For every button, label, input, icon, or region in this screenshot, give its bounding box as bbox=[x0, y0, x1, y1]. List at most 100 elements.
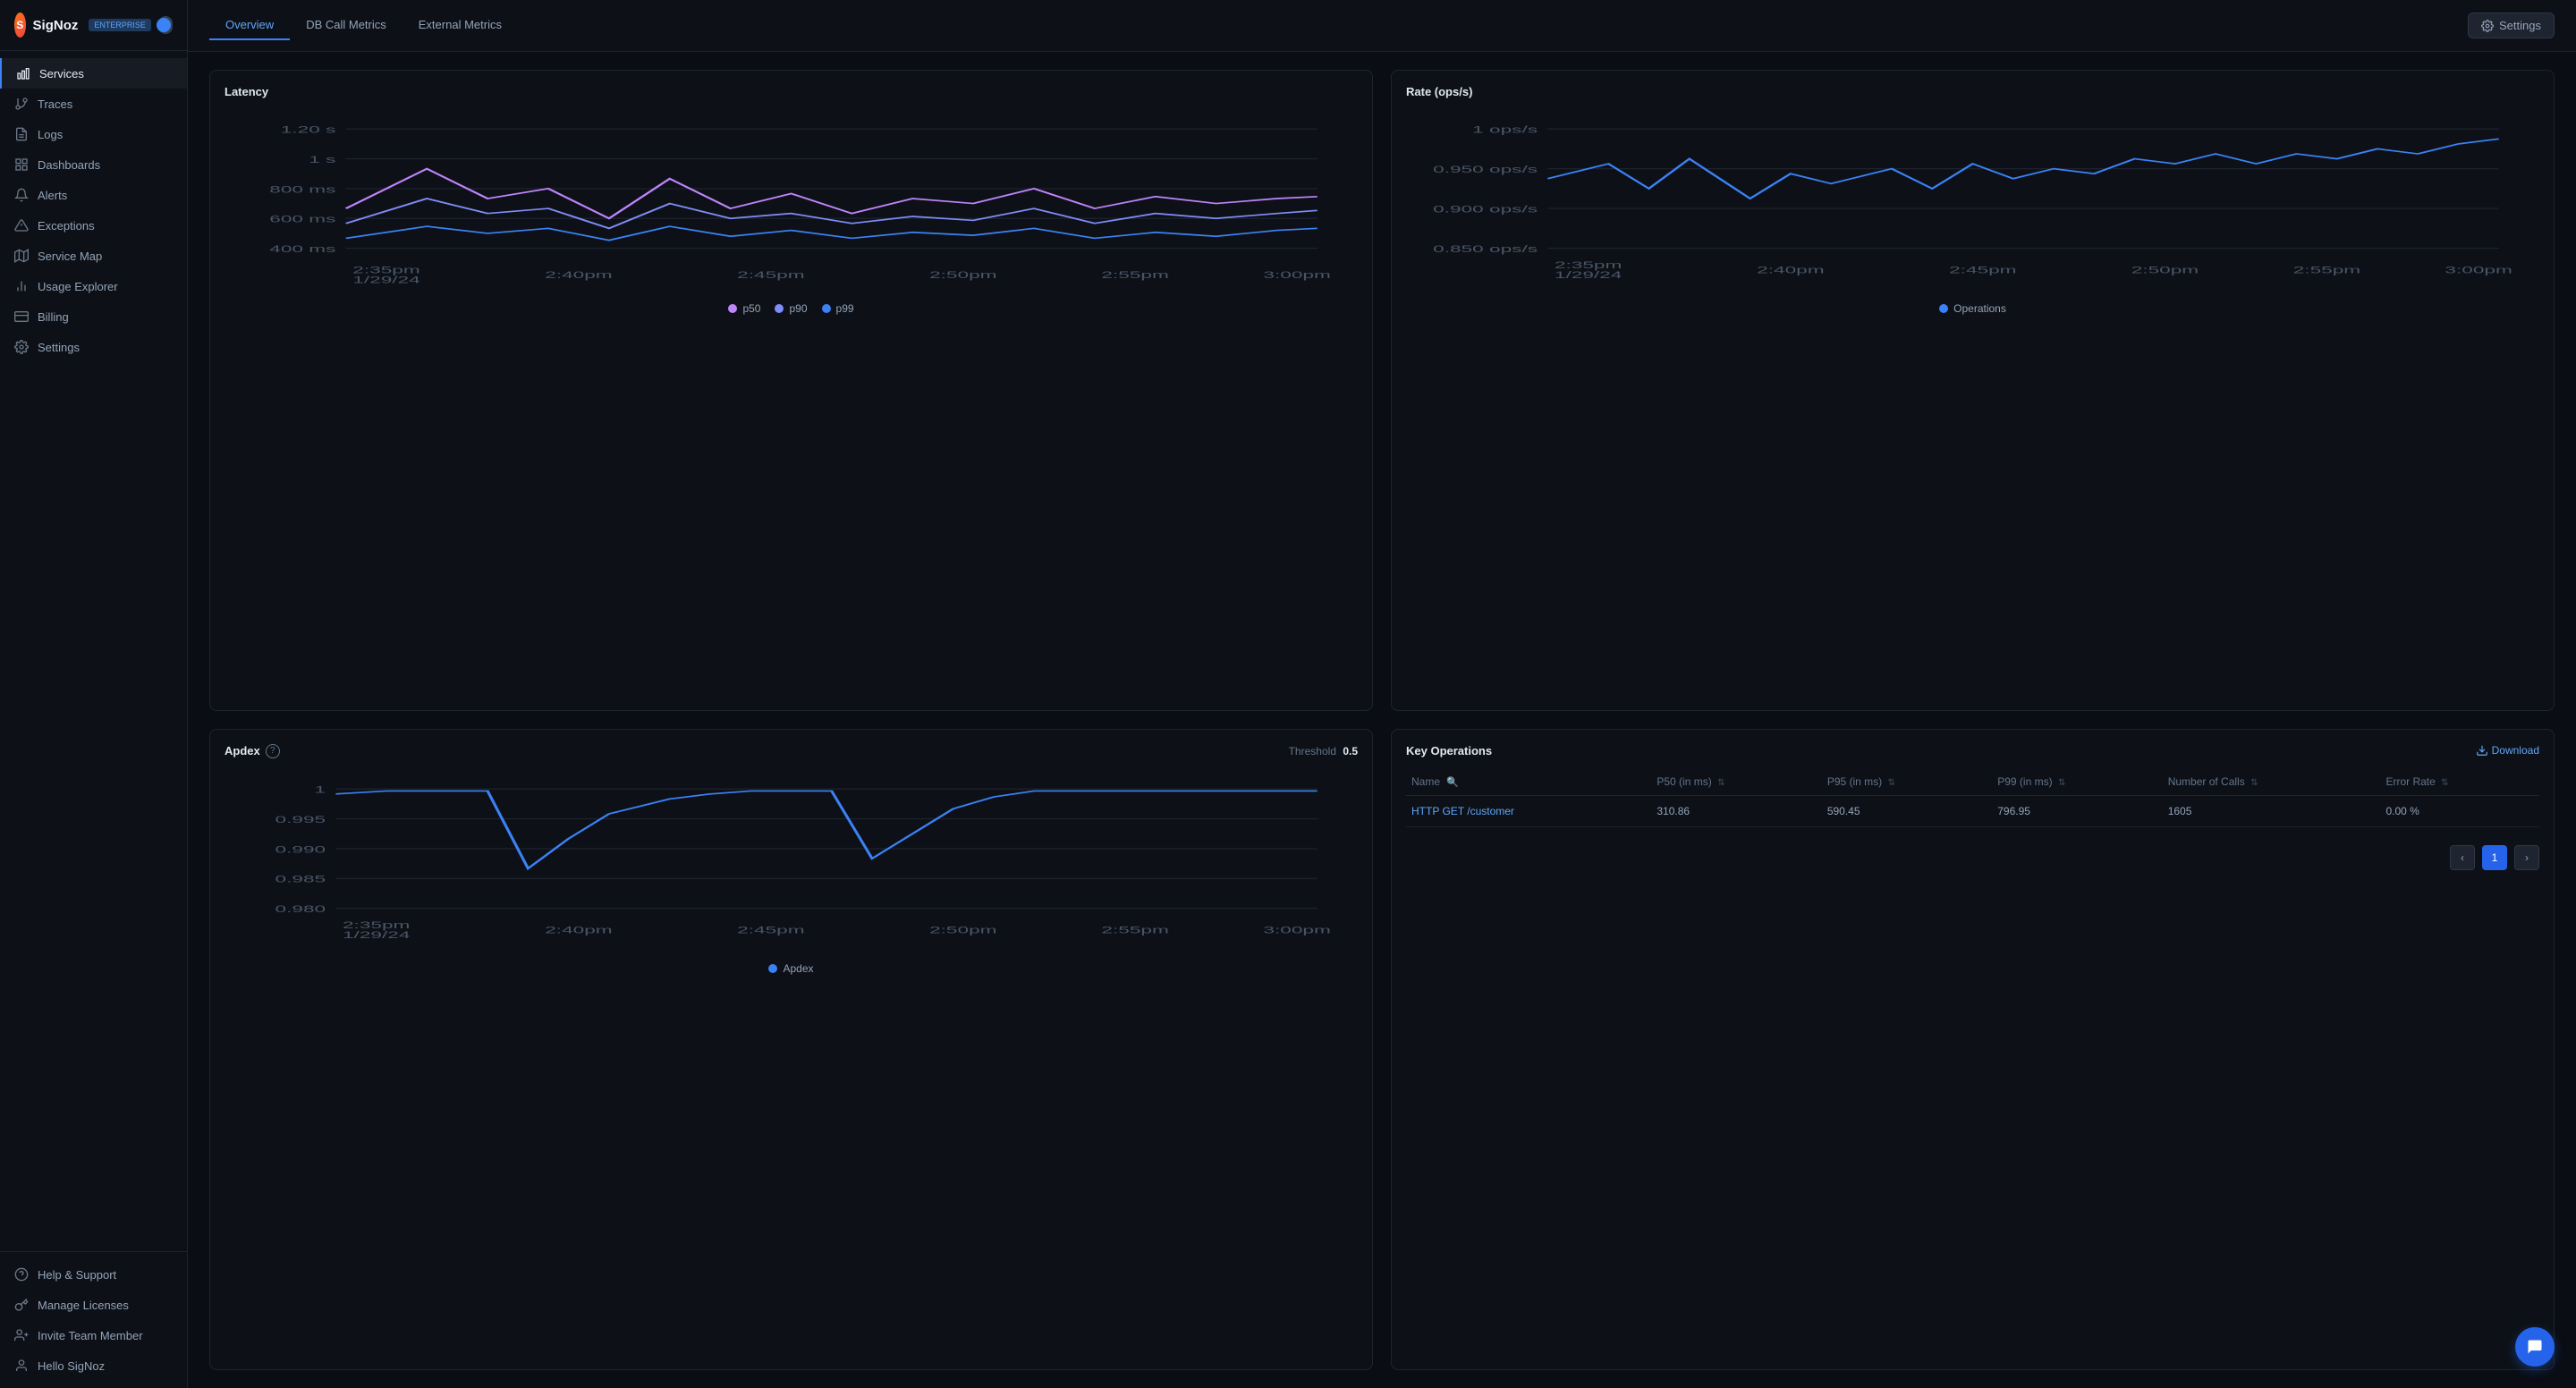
plan-badge: ENTERPRISE bbox=[89, 19, 151, 31]
svg-text:1: 1 bbox=[315, 783, 326, 794]
row-p99: 796.95 bbox=[1992, 795, 2162, 826]
table-footer: ‹ 1 › bbox=[1406, 845, 2539, 870]
key-ops-header: Key Operations Download bbox=[1406, 744, 2539, 757]
content-grid: Latency 1.20 s 1 s 800 ms 600 ms 400 ms bbox=[188, 52, 2576, 1388]
download-button[interactable]: Download bbox=[2476, 744, 2539, 757]
svg-text:3:00pm: 3:00pm bbox=[2445, 264, 2512, 275]
apdex-info-icon[interactable]: ? bbox=[266, 744, 280, 758]
error-rate-sort-icon[interactable]: ⇅ bbox=[2441, 778, 2448, 788]
p99-sort-icon[interactable]: ⇅ bbox=[2058, 778, 2065, 788]
sidebar-item-logs[interactable]: Logs bbox=[0, 119, 187, 149]
file-text-icon bbox=[14, 127, 29, 141]
sidebar-label-usage-explorer: Usage Explorer bbox=[38, 280, 118, 293]
app-logo: S bbox=[14, 13, 26, 38]
user-plus-icon bbox=[14, 1328, 29, 1342]
p50-sort-icon[interactable]: ⇅ bbox=[1717, 778, 1724, 788]
sidebar-item-traces[interactable]: Traces bbox=[0, 89, 187, 119]
apdex-dot bbox=[768, 964, 777, 973]
threshold-label: Threshold 0.5 bbox=[1289, 745, 1358, 757]
next-page-button[interactable]: › bbox=[2514, 845, 2539, 870]
svg-text:0.995: 0.995 bbox=[275, 814, 326, 825]
p90-label: p90 bbox=[789, 302, 807, 315]
table-row: HTTP GET /customer 310.86 590.45 796.95 … bbox=[1406, 795, 2539, 826]
sidebar-label-dashboards: Dashboards bbox=[38, 158, 100, 172]
sidebar-item-manage-licenses[interactable]: Manage Licenses bbox=[0, 1290, 187, 1320]
apdex-label: Apdex bbox=[783, 962, 813, 975]
sidebar-label-services: Services bbox=[39, 67, 84, 80]
sidebar-item-service-map[interactable]: Service Map bbox=[0, 241, 187, 271]
apdex-header: Apdex ? Threshold 0.5 bbox=[225, 744, 1358, 758]
calls-sort-icon[interactable]: ⇅ bbox=[2250, 778, 2258, 788]
latency-panel: Latency 1.20 s 1 s 800 ms 600 ms 400 ms bbox=[209, 70, 1373, 711]
user-icon bbox=[14, 1358, 29, 1373]
topbar: Overview DB Call Metrics External Metric… bbox=[188, 0, 2576, 52]
download-icon bbox=[2476, 744, 2488, 757]
svg-text:0.980: 0.980 bbox=[275, 903, 326, 914]
svg-text:2:50pm: 2:50pm bbox=[929, 924, 996, 935]
sidebar-label-billing: Billing bbox=[38, 310, 69, 324]
sidebar-bottom: Help & Support Manage Licenses Invite Te… bbox=[0, 1251, 187, 1388]
key-icon bbox=[14, 1298, 29, 1312]
toggle-switch[interactable] bbox=[158, 16, 173, 34]
row-p50: 310.86 bbox=[1651, 795, 1821, 826]
gear-icon bbox=[2481, 20, 2494, 32]
rate-chart: 1 ops/s 0.950 ops/s 0.900 ops/s 0.850 op… bbox=[1406, 109, 2539, 288]
tab-overview[interactable]: Overview bbox=[209, 11, 290, 40]
svg-text:1.20 s: 1.20 s bbox=[281, 124, 336, 135]
sidebar-nav: Services Traces Logs Dashboards bbox=[0, 51, 187, 1251]
svg-text:2:55pm: 2:55pm bbox=[1101, 269, 1168, 280]
svg-text:2:55pm: 2:55pm bbox=[2293, 264, 2360, 275]
svg-text:800 ms: 800 ms bbox=[269, 183, 335, 194]
row-name[interactable]: HTTP GET /customer bbox=[1406, 795, 1651, 826]
table-header-row: Name 🔍 P50 (in ms) ⇅ P95 (in ms) ⇅ P9 bbox=[1406, 768, 2539, 796]
svg-text:2:45pm: 2:45pm bbox=[737, 269, 804, 280]
chat-bubble[interactable] bbox=[2515, 1327, 2555, 1367]
sidebar-item-exceptions[interactable]: Exceptions bbox=[0, 210, 187, 241]
row-error-rate: 0.00 % bbox=[2380, 795, 2539, 826]
p99-label: p99 bbox=[836, 302, 854, 315]
page-1-button[interactable]: 1 bbox=[2482, 845, 2507, 870]
apdex-chart: 1 0.995 0.990 0.985 0.980 2:35pm 1/29/24… bbox=[225, 769, 1358, 948]
settings-button[interactable]: Settings bbox=[2468, 13, 2555, 38]
tab-db-call-metrics[interactable]: DB Call Metrics bbox=[290, 11, 402, 40]
sidebar: S SigNoz ENTERPRISE Services Traces Logs bbox=[0, 0, 188, 1388]
legend-apdex[interactable]: Apdex bbox=[768, 962, 813, 975]
sidebar-item-billing[interactable]: Billing bbox=[0, 301, 187, 332]
sidebar-item-alerts[interactable]: Alerts bbox=[0, 180, 187, 210]
prev-page-button[interactable]: ‹ bbox=[2450, 845, 2475, 870]
p95-sort-icon[interactable]: ⇅ bbox=[1888, 778, 1895, 788]
name-search-icon[interactable]: 🔍 bbox=[1446, 777, 1459, 788]
p90-dot bbox=[775, 304, 784, 313]
svg-text:2:40pm: 2:40pm bbox=[1757, 264, 1824, 275]
chat-icon bbox=[2526, 1338, 2544, 1356]
git-branch-icon bbox=[14, 97, 29, 111]
col-error-rate: Error Rate ⇅ bbox=[2380, 768, 2539, 796]
col-p50: P50 (in ms) ⇅ bbox=[1651, 768, 1821, 796]
legend-p99[interactable]: p99 bbox=[822, 302, 854, 315]
apdex-title: Apdex bbox=[225, 744, 260, 757]
sidebar-item-help[interactable]: Help & Support bbox=[0, 1259, 187, 1290]
sidebar-item-usage-explorer[interactable]: Usage Explorer bbox=[0, 271, 187, 301]
legend-p90[interactable]: p90 bbox=[775, 302, 807, 315]
col-name: Name 🔍 bbox=[1406, 768, 1651, 796]
sidebar-item-invite[interactable]: Invite Team Member bbox=[0, 1320, 187, 1350]
sidebar-item-dashboards[interactable]: Dashboards bbox=[0, 149, 187, 180]
sidebar-label-alerts: Alerts bbox=[38, 189, 67, 202]
layout-icon bbox=[14, 157, 29, 172]
legend-operations[interactable]: Operations bbox=[1939, 302, 2006, 315]
sidebar-item-hello[interactable]: Hello SigNoz bbox=[0, 1350, 187, 1381]
rate-legend: Operations bbox=[1406, 302, 2539, 315]
svg-text:400 ms: 400 ms bbox=[269, 243, 335, 254]
sidebar-label-help: Help & Support bbox=[38, 1268, 116, 1282]
tab-external-metrics[interactable]: External Metrics bbox=[402, 11, 518, 40]
svg-text:3:00pm: 3:00pm bbox=[1263, 924, 1330, 935]
svg-text:0.990: 0.990 bbox=[275, 843, 326, 854]
svg-text:2:50pm: 2:50pm bbox=[929, 269, 996, 280]
sidebar-item-settings[interactable]: Settings bbox=[0, 332, 187, 362]
col-p95: P95 (in ms) ⇅ bbox=[1822, 768, 1992, 796]
credit-card-icon bbox=[14, 309, 29, 324]
rate-title: Rate (ops/s) bbox=[1406, 85, 2539, 98]
legend-p50[interactable]: p50 bbox=[728, 302, 760, 315]
sidebar-item-services[interactable]: Services bbox=[0, 58, 187, 89]
sidebar-label-invite: Invite Team Member bbox=[38, 1329, 143, 1342]
